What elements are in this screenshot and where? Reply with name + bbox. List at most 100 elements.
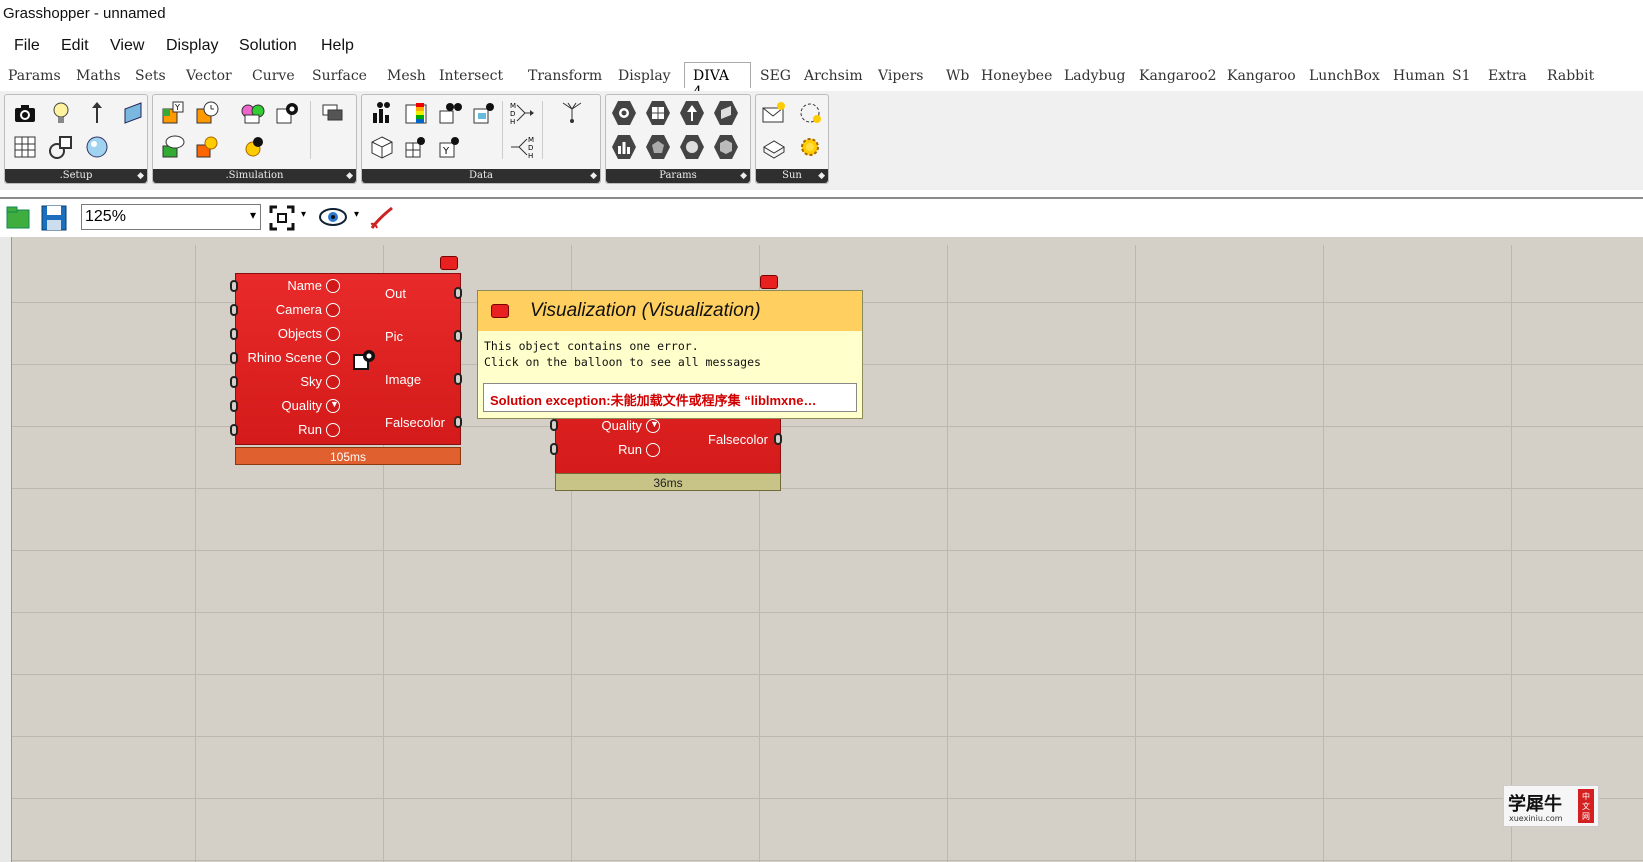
zoom-select[interactable]: 125% ▾ [81,204,261,230]
grid-chart-icon[interactable]: Y [159,99,187,127]
glasses-box-icon[interactable] [436,99,464,127]
input-port[interactable] [326,279,340,293]
windows-stack-icon[interactable] [319,99,347,127]
tab-display[interactable]: Display [618,68,671,84]
input-grip[interactable] [550,443,558,455]
solution-exception-message[interactable]: Solution exception:未能加载文件或程序集 “liblmxne… [483,383,857,412]
tab-sets[interactable]: Sets [135,68,166,84]
hex-chart-icon[interactable] [610,133,638,161]
menu-help[interactable]: Help [321,37,354,55]
sun-box-icon[interactable] [760,133,788,161]
menu-display[interactable]: Display [166,37,218,55]
bar-chart-icon[interactable] [368,99,396,127]
tab-curve[interactable]: Curve [252,68,295,84]
tab-maths[interactable]: Maths [76,68,121,84]
tab-kangaroo2[interactable]: Kangaroo2 [1139,68,1217,84]
open-file-icon[interactable] [5,204,31,230]
color-scale-icon[interactable] [402,99,430,127]
y-glasses-icon[interactable]: Y [436,133,464,161]
sun-path-icon[interactable] [796,99,824,127]
grid-glasses-icon[interactable] [402,133,430,161]
tab-mesh[interactable]: Mesh [387,68,426,84]
input-grip[interactable] [230,376,238,388]
hex-grid-icon[interactable] [644,99,672,127]
output-grip[interactable] [454,330,462,342]
input-port[interactable] [326,351,340,365]
input-port[interactable] [326,423,340,437]
output-grip[interactable] [454,373,462,385]
menu-edit[interactable]: Edit [61,37,89,55]
output-grip[interactable] [774,433,782,445]
hex-material-icon[interactable] [644,133,672,161]
tab-seg[interactable]: SEG [760,68,791,84]
camera-icon[interactable] [11,99,39,127]
input-grip[interactable] [230,280,238,292]
cloud-grid-icon[interactable] [159,133,187,161]
tab-ladybug[interactable]: Ladybug [1064,68,1125,84]
eye-icon[interactable] [318,207,348,227]
input-port[interactable] [326,375,340,389]
clock-chart-icon[interactable] [193,99,221,127]
cube-outline-icon[interactable] [47,133,75,161]
mdh-merge-icon[interactable]: MDH [508,99,536,127]
camera-box-icon[interactable] [273,99,301,127]
tab-lunchbox[interactable]: LunchBox [1309,68,1380,84]
tab-wb[interactable]: Wb [946,68,969,84]
lightbulb-icon[interactable] [47,99,75,127]
sky-box-icon[interactable] [470,99,498,127]
grid-icon[interactable] [11,133,39,161]
diva-visualization-component[interactable]: Name Camera Objects Rhino Scene Sky Qual… [228,256,468,476]
hex-glass-icon[interactable] [712,99,740,127]
envelope-sun-icon[interactable] [760,99,788,127]
output-grip[interactable] [454,287,462,299]
input-grip[interactable] [550,419,558,431]
save-icon[interactable] [40,204,68,232]
tab-surface[interactable]: Surface [312,68,367,84]
box-3d-icon[interactable] [368,133,396,161]
glasses-icon[interactable] [239,99,267,127]
error-balloon-icon[interactable] [440,256,458,270]
menu-solution[interactable]: Solution [239,37,297,55]
tab-honeybee[interactable]: Honeybee [981,68,1052,84]
input-port[interactable] [326,303,340,317]
input-port[interactable] [326,327,340,341]
tab-diva4[interactable]: DIVA 4 [684,62,751,100]
hex-arrow-icon[interactable] [678,99,706,127]
tab-vipers[interactable]: Vipers [878,68,923,84]
tab-params[interactable]: Params [8,68,61,84]
mdh-split-icon[interactable]: MDH [508,133,536,161]
glass-pane-icon[interactable] [119,99,147,127]
input-grip[interactable] [230,400,238,412]
sun-grid-icon[interactable] [193,133,221,161]
tab-extra[interactable]: Extra [1488,68,1527,84]
quality-dropdown-port[interactable]: ▼ [326,399,340,413]
error-balloon-icon[interactable] [760,275,778,289]
menu-file[interactable]: File [14,37,40,55]
sun-camera-icon[interactable] [239,133,267,161]
chevron-down-icon[interactable]: ▾ [301,209,306,220]
arrow-up-icon[interactable] [83,99,111,127]
tab-transform[interactable]: Transform [528,68,602,84]
input-grip[interactable] [230,328,238,340]
input-grip[interactable] [230,352,238,364]
tab-kangaroo[interactable]: Kangaroo [1227,68,1296,84]
sketch-pen-icon[interactable] [368,204,396,232]
sun-gear-icon[interactable] [796,133,824,161]
quality-dropdown-port[interactable]: ▼ [646,419,660,433]
sphere-icon[interactable] [83,133,111,161]
tree-branch-icon[interactable] [558,99,586,127]
hex-cube-icon[interactable] [712,133,740,161]
menu-view[interactable]: View [110,37,144,55]
tab-s1[interactable]: S1 [1452,68,1471,84]
hex-camera-icon[interactable] [610,99,638,127]
output-grip[interactable] [454,416,462,428]
input-port[interactable] [646,443,660,457]
tab-intersect[interactable]: Intersect [439,68,503,84]
tab-human[interactable]: Human [1393,68,1445,84]
hex-sphere-icon[interactable] [678,133,706,161]
input-grip[interactable] [230,304,238,316]
input-grip[interactable] [230,424,238,436]
tab-rabbit[interactable]: Rabbit [1547,68,1594,84]
tab-vector[interactable]: Vector [186,68,232,84]
zoom-extents-icon[interactable] [268,204,296,232]
